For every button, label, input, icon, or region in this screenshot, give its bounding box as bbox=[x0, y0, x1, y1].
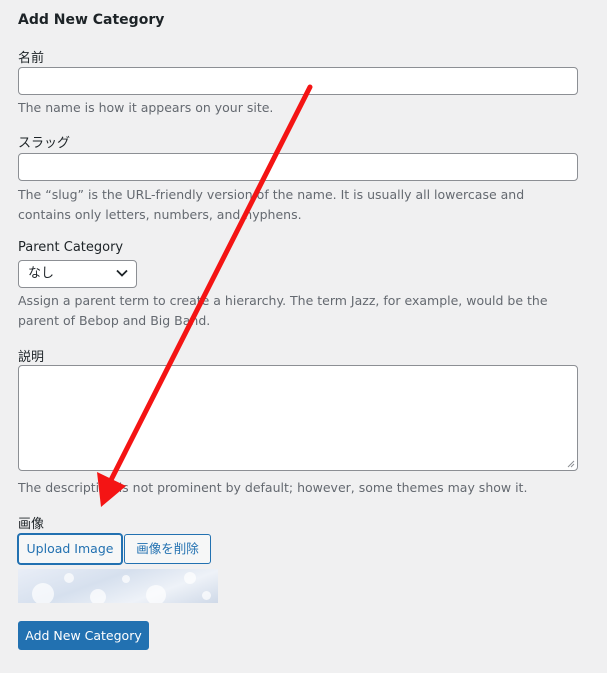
form-title: Add New Category bbox=[18, 12, 165, 28]
upload-image-button[interactable]: Upload Image bbox=[18, 534, 122, 564]
resize-grip-icon[interactable] bbox=[567, 460, 575, 468]
description-help: The description is not prominent by defa… bbox=[18, 480, 528, 495]
description-textarea[interactable] bbox=[18, 365, 578, 471]
name-label: 名前 bbox=[18, 51, 45, 66]
add-new-category-button[interactable]: Add New Category bbox=[18, 621, 149, 650]
chevron-down-icon bbox=[116, 269, 128, 277]
slug-input[interactable] bbox=[18, 153, 578, 181]
slug-description: The “slug” is the URL-friendly version o… bbox=[18, 187, 525, 222]
remove-image-button[interactable]: 画像を削除 bbox=[124, 534, 211, 564]
name-description: The name is how it appears on your site. bbox=[18, 100, 274, 115]
slug-label: スラッグ bbox=[18, 136, 71, 151]
parent-category-selected: なし bbox=[28, 266, 55, 281]
parent-category-select[interactable]: なし bbox=[18, 260, 137, 288]
image-preview bbox=[18, 569, 218, 603]
image-label: 画像 bbox=[18, 517, 45, 532]
name-input[interactable] bbox=[18, 67, 578, 95]
parent-category-label: Parent Category bbox=[18, 240, 124, 255]
parent-category-description: Assign a parent term to create a hierarc… bbox=[18, 293, 548, 328]
description-label: 説明 bbox=[18, 350, 45, 365]
